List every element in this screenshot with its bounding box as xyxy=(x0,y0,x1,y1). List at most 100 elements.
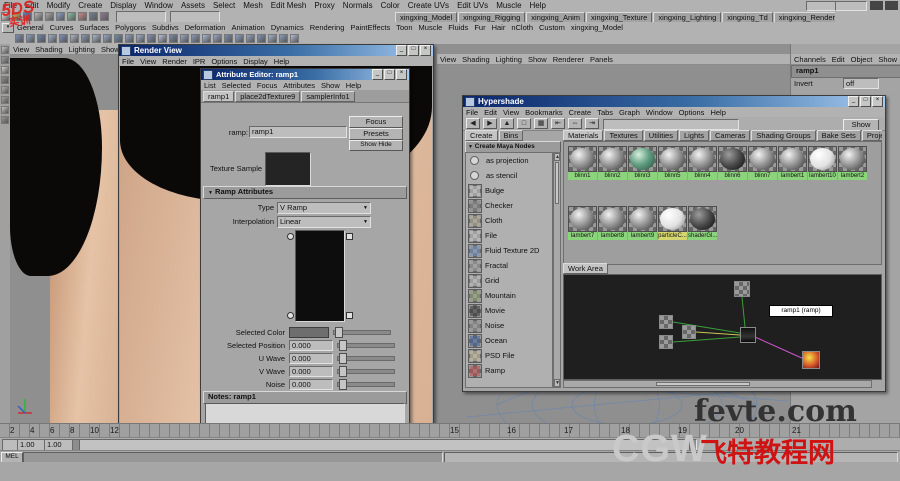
material-swatch-blinn4[interactable]: blinn4 xyxy=(688,146,717,180)
shelf-icon-1[interactable] xyxy=(26,34,35,43)
input-connections-icon[interactable]: ⇤ xyxy=(551,118,565,129)
attribute-editor-tab-2[interactable]: samplerInfo1 xyxy=(301,91,354,102)
snap-curve-icon[interactable] xyxy=(67,12,76,21)
maximize-button[interactable]: □ xyxy=(408,45,419,56)
attribute-editor-titlebar[interactable]: Attribute Editor: ramp1 _□× xyxy=(201,69,409,80)
shelf-name-tab-12[interactable]: Fluids xyxy=(445,23,471,32)
ramp-gradient-editor[interactable] xyxy=(295,230,345,322)
shelf-name-tab-16[interactable]: Custom xyxy=(536,23,568,32)
work-area-hscrollbar[interactable] xyxy=(563,380,872,388)
hypershade-category-tab-4[interactable]: Cameras xyxy=(710,130,750,141)
hypershade-category-tab-0[interactable]: Materials xyxy=(563,130,603,141)
corner-panel-icon-a[interactable] xyxy=(870,1,883,10)
ipr-render-icon[interactable] xyxy=(100,12,109,21)
main-menu-item-12[interactable]: Color xyxy=(377,1,404,10)
shelf-tab-2[interactable]: xingxing_Anim xyxy=(526,12,585,22)
material-swatch-blinn2[interactable]: blinn2 xyxy=(598,146,627,180)
tool-icon-2[interactable] xyxy=(1,66,9,74)
shelf-icon-12[interactable] xyxy=(147,34,156,43)
shelf-menu-arrow-icon[interactable]: ▾ xyxy=(2,23,14,33)
presets-button[interactable]: Presets xyxy=(349,128,403,140)
shading-node-texture-2[interactable] xyxy=(659,335,673,349)
hypershade-category-tab-2[interactable]: Utilities xyxy=(644,130,678,141)
attribute-editor-menu-item-2[interactable]: Focus xyxy=(254,81,280,90)
ae-row-slider[interactable] xyxy=(333,330,391,335)
slider-handle[interactable] xyxy=(339,379,347,390)
shelf-name-tab-17[interactable]: xingxing_Model xyxy=(568,23,626,32)
create-item-bulge[interactable]: Bulge xyxy=(466,183,552,198)
viewport-menu-item-1[interactable]: Shading xyxy=(459,55,493,64)
ae-row-slider[interactable] xyxy=(337,382,395,387)
hypershade-filter-field[interactable] xyxy=(603,119,739,130)
shelf-icon-24[interactable] xyxy=(279,34,288,43)
viewport-menu-item-3[interactable]: Show xyxy=(525,55,550,64)
scrollbar-thumb[interactable] xyxy=(656,382,750,386)
maximize-button[interactable]: □ xyxy=(384,69,395,80)
ramp-delete-handle-top[interactable] xyxy=(346,233,353,240)
main-menu-item-1[interactable]: Edit xyxy=(21,1,43,10)
shelf-tab-5[interactable]: xingxing_Td xyxy=(722,12,772,22)
snap-grid-icon[interactable] xyxy=(56,12,65,21)
shelf-icon-0[interactable] xyxy=(15,34,24,43)
create-item-ocean[interactable]: Ocean xyxy=(466,333,552,348)
ramp-node-field[interactable]: ramp1 xyxy=(249,126,347,138)
notes-textarea[interactable] xyxy=(205,403,405,425)
minimize-button[interactable]: _ xyxy=(372,69,383,80)
create-list-scrollbar[interactable]: ▲ ▼ xyxy=(553,152,561,388)
work-area-graph[interactable]: ramp1 (ramp) xyxy=(563,274,882,380)
ae-row-value-field[interactable]: 0.000 xyxy=(289,379,333,390)
viewport-menu-item-0[interactable]: View xyxy=(437,55,459,64)
selected-color-swatch[interactable] xyxy=(289,327,329,338)
main-menu-item-16[interactable]: Help xyxy=(526,1,550,10)
ae-row-value-field[interactable]: 0.000 xyxy=(289,353,333,364)
shelf-name-tab-15[interactable]: nCloth xyxy=(508,23,536,32)
create-item-movie[interactable]: Movie xyxy=(466,303,552,318)
create-item-as-projection[interactable]: as projection xyxy=(466,153,552,168)
ae-row-value-field[interactable]: 0.000 xyxy=(289,366,333,377)
create-item-cloth[interactable]: Cloth xyxy=(466,213,552,228)
up-icon[interactable]: ▲ xyxy=(500,118,514,129)
channel-box-menu-item-3[interactable]: Show xyxy=(875,55,900,64)
viewport-menu-item-2[interactable]: Lighting xyxy=(493,55,525,64)
hypershade-menu-item-4[interactable]: Create xyxy=(566,108,595,117)
main-menu-item-0[interactable]: File xyxy=(0,1,21,10)
render-view-menu-item-0[interactable]: File xyxy=(119,57,137,66)
hypershade-menu-item-8[interactable]: Options xyxy=(676,108,708,117)
create-panel-tab-0[interactable]: Create xyxy=(465,130,498,141)
scrollbar-thumb[interactable] xyxy=(555,162,559,204)
shelf-name-tab-6[interactable]: Animation xyxy=(228,23,267,32)
shelf-name-tab-9[interactable]: PaintEffects xyxy=(347,23,393,32)
render-current-frame-icon[interactable] xyxy=(89,12,98,21)
scroll-down-icon[interactable]: ▼ xyxy=(554,379,560,387)
shelf-icon-20[interactable] xyxy=(235,34,244,43)
main-menu-item-3[interactable]: Create xyxy=(74,1,106,10)
shelf-name-tab-3[interactable]: Polygons xyxy=(112,23,149,32)
shelf-icon-6[interactable] xyxy=(81,34,90,43)
ramp-stop-handle-bottom[interactable] xyxy=(287,312,294,319)
main-menu-item-9[interactable]: Edit Mesh xyxy=(267,1,311,10)
shelf-icon-5[interactable] xyxy=(70,34,79,43)
close-button[interactable]: × xyxy=(872,96,883,107)
shelf-icon-25[interactable] xyxy=(290,34,299,43)
material-swatch-blinn1[interactable]: blinn1 xyxy=(568,146,597,180)
ae-row-slider[interactable] xyxy=(337,356,395,361)
tool-icon-5[interactable] xyxy=(1,96,9,104)
work-area-tab[interactable]: Work Area xyxy=(563,263,608,274)
range-handle-right[interactable] xyxy=(689,440,696,450)
shelf-tab-0[interactable]: xingxing_Model xyxy=(395,12,457,22)
shelf-tab-4[interactable]: xingxing_Lighting xyxy=(653,12,721,22)
shading-node-texture-3[interactable] xyxy=(682,325,696,339)
material-swatch-blinn7[interactable]: blinn7 xyxy=(748,146,777,180)
shelf-name-tab-13[interactable]: Fur xyxy=(471,23,488,32)
shelf-icon-8[interactable] xyxy=(103,34,112,43)
viewport-menu-item-0[interactable]: View xyxy=(10,45,32,54)
attribute-editor-tab-1[interactable]: place2dTexture9 xyxy=(235,91,300,102)
tool-icon-0[interactable] xyxy=(1,46,9,54)
hypershade-category-tab-6[interactable]: Bake Sets xyxy=(817,130,861,141)
undo-icon[interactable] xyxy=(34,12,43,21)
ae-row-value-field[interactable]: 0.000 xyxy=(289,340,333,351)
hypershade-menu-item-6[interactable]: Graph xyxy=(616,108,643,117)
shelf-icon-9[interactable] xyxy=(114,34,123,43)
channel-box-menu-item-0[interactable]: Channels xyxy=(791,55,829,64)
shelf-icon-7[interactable] xyxy=(92,34,101,43)
